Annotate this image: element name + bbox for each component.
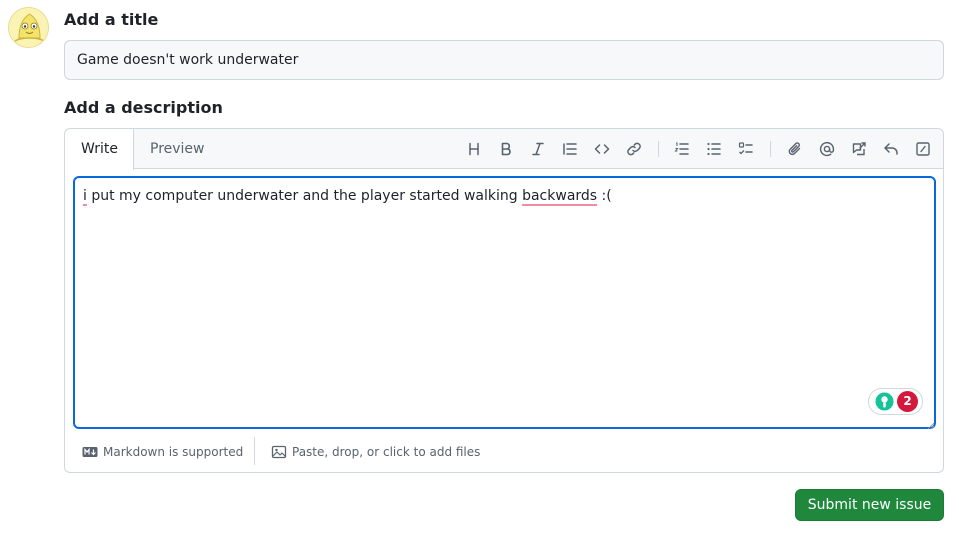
attach-icon[interactable] <box>783 137 807 161</box>
link-icon[interactable] <box>622 137 646 161</box>
image-icon <box>271 445 287 459</box>
editor-header: Write Preview <box>65 129 943 170</box>
unordered-list-icon[interactable] <box>702 137 726 161</box>
quote-icon[interactable] <box>558 137 582 161</box>
code-icon[interactable] <box>590 137 614 161</box>
body-text: put my computer underwater and the playe… <box>86 188 523 204</box>
misspelled-word: backwards <box>522 188 598 204</box>
editor-footer: Markdown is supported Paste, drop, or cl… <box>65 432 943 472</box>
submit-issue-button[interactable]: Submit new issue <box>795 489 944 521</box>
reply-icon[interactable] <box>879 137 903 161</box>
heading-icon[interactable] <box>462 137 486 161</box>
task-list-icon[interactable] <box>734 137 758 161</box>
add-files-button[interactable]: Paste, drop, or click to add files <box>271 444 480 460</box>
grammar-icon <box>875 392 894 411</box>
toolbar-divider <box>658 141 659 157</box>
tab-write[interactable]: Write <box>65 129 134 170</box>
description-textarea[interactable]: i put my computer underwater and the pla… <box>73 176 936 429</box>
tab-preview[interactable]: Preview <box>134 129 221 169</box>
markdown-support-link[interactable]: Markdown is supported <box>82 444 243 460</box>
toolbar-divider <box>770 141 771 157</box>
add-files-label: Paste, drop, or click to add files <box>292 445 481 459</box>
italic-icon[interactable] <box>526 137 550 161</box>
ordered-list-icon[interactable] <box>670 137 694 161</box>
grammar-issue-count: 2 <box>897 391 918 412</box>
bold-icon[interactable] <box>494 137 518 161</box>
markdown-icon <box>82 447 98 457</box>
resize-handle-icon[interactable] <box>928 423 934 429</box>
title-input[interactable]: Game doesn't work underwater <box>64 40 944 80</box>
slash-commands-icon[interactable] <box>911 137 935 161</box>
avatar-image <box>9 8 48 47</box>
avatar[interactable] <box>8 7 49 48</box>
description-editor: Write Preview i put my computer underwat… <box>64 128 944 473</box>
reference-icon[interactable] <box>847 137 871 161</box>
mention-icon[interactable] <box>815 137 839 161</box>
title-label: Add a title <box>64 10 159 29</box>
grammar-assistant-badge[interactable]: 2 <box>868 388 923 415</box>
markdown-support-label: Markdown is supported <box>103 445 244 459</box>
footer-divider <box>254 437 255 465</box>
description-label: Add a description <box>64 98 223 117</box>
body-text-end: :( <box>597 188 612 204</box>
